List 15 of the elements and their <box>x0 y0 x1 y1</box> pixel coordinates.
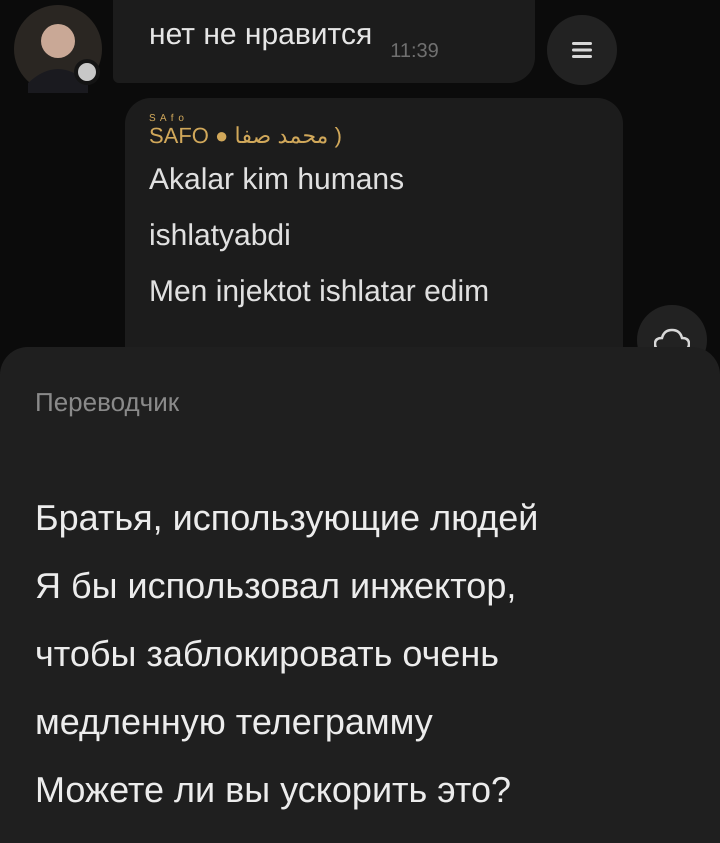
message-text: Men injektot ishlatar edim <box>149 274 490 310</box>
message-text: ishlatyabdi <box>149 218 292 254</box>
message-text: Akalar kim humans <box>149 162 406 198</box>
translation-text: Можете ли вы ускорить это? <box>35 768 511 812</box>
translation-text: чтобы заблокировать очень <box>35 632 500 676</box>
translation-text: Братья, использующие людей <box>35 496 538 540</box>
message-time: 11:39 <box>390 40 439 63</box>
menu-icon <box>572 42 592 58</box>
sender-name: SAFO ● محمد صفا ) <box>149 124 343 148</box>
translation-text: Я бы использовал инжектор, <box>35 564 516 608</box>
avatar[interactable] <box>14 5 102 93</box>
sender-ornament: S A f o <box>149 114 186 124</box>
translation-text: медленную телеграмму <box>35 700 433 744</box>
message-text: нет не нравится <box>149 18 372 52</box>
sheet-title: Переводчик <box>35 387 180 418</box>
